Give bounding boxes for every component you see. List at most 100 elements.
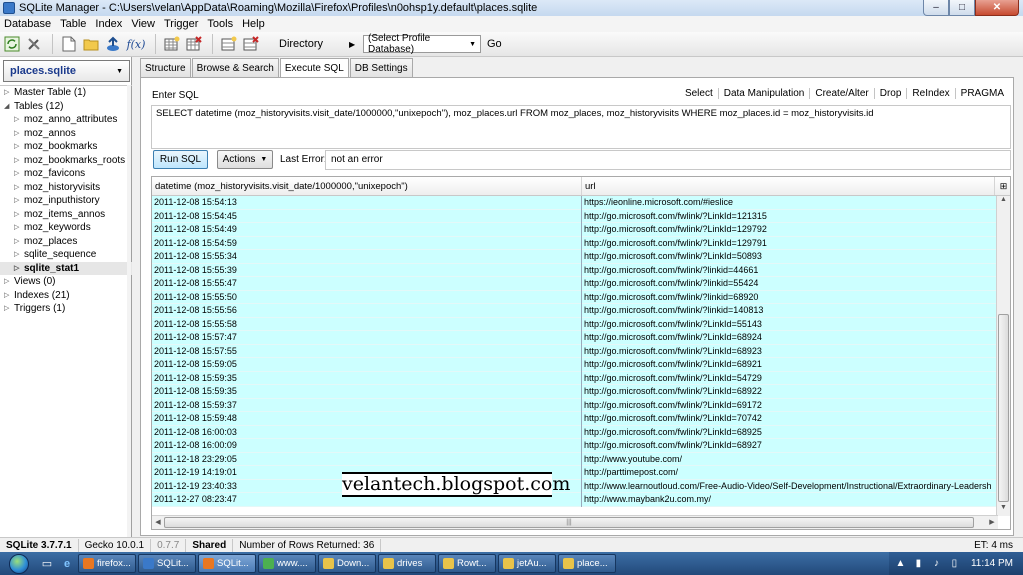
menu-table[interactable]: Table	[60, 18, 86, 30]
battery-icon[interactable]: ▯	[948, 557, 961, 570]
table-row[interactable]: 2011-12-08 15:55:39 http://go.microsoft.c…	[152, 263, 998, 278]
vertical-scroll-thumb[interactable]	[998, 314, 1009, 502]
cell-url[interactable]: https://ieonline.microsoft.com/#ieslice	[582, 196, 998, 210]
cell-datetime[interactable]: 2011-12-08 15:55:34	[152, 250, 582, 264]
collapsed-triangle-icon[interactable]: ▷	[14, 154, 22, 168]
table-row[interactable]: 2011-12-08 15:55:50 http://go.microsoft.c…	[152, 290, 998, 305]
reconnect-icon[interactable]	[2, 34, 22, 54]
cell-url[interactable]: http://go.microsoft.com/fwlink/?linkid=5…	[582, 277, 998, 291]
taskbar-button[interactable]: Rowt...	[438, 554, 496, 573]
table-row[interactable]: 2011-12-08 15:57:55 http://go.microsoft.c…	[152, 344, 998, 358]
cell-datetime[interactable]: 2011-12-08 15:55:39	[152, 263, 582, 277]
sidebar-scrollbar[interactable]	[127, 85, 131, 537]
cell-datetime[interactable]: 2011-12-08 15:55:58	[152, 317, 582, 331]
open-database-icon[interactable]	[81, 34, 101, 54]
scroll-left-icon[interactable]: ◀	[152, 516, 164, 529]
cell-datetime[interactable]: 2011-12-08 16:00:09	[152, 439, 582, 453]
collapsed-triangle-icon[interactable]: ▷	[14, 113, 22, 127]
sql-template-pragma[interactable]: PRAGMA	[954, 87, 1009, 99]
cell-datetime[interactable]: 2011-12-08 16:00:03	[152, 425, 582, 439]
cell-url[interactable]: http://go.microsoft.com/fwlink/?LinkId=6…	[582, 399, 998, 413]
cell-datetime[interactable]: 2011-12-08 15:59:35	[152, 385, 582, 399]
table-row[interactable]: 2011-12-08 15:59:48 http://go.microsoft.c…	[152, 412, 998, 426]
tree-table-item[interactable]: ▷ moz_bookmarks_roots	[0, 154, 132, 168]
table-row[interactable]: 2011-12-08 15:59:35 http://go.microsoft.c…	[152, 385, 998, 399]
cell-url[interactable]: http://go.microsoft.com/fwlink/?linkid=1…	[582, 304, 998, 318]
cell-url[interactable]: http://go.microsoft.com/fwlink/?linkid=4…	[582, 264, 998, 278]
horizontal-scroll-thumb[interactable]: |||	[164, 517, 974, 528]
vertical-scrollbar[interactable]: ▲ ▼	[996, 196, 1010, 516]
cell-datetime[interactable]: 2011-12-08 15:55:50	[152, 290, 582, 304]
cell-datetime[interactable]: 2011-12-08 15:54:49	[152, 223, 582, 237]
cell-url[interactable]: http://go.microsoft.com/fwlink/?LinkId=5…	[582, 318, 998, 332]
tab-structure[interactable]: Structure	[140, 58, 191, 77]
close-button[interactable]: ✕	[975, 0, 1019, 16]
taskbar-button[interactable]: firefox...	[78, 554, 136, 573]
cell-datetime[interactable]: 2011-12-08 15:54:59	[152, 236, 582, 250]
tree-table-item[interactable]: ▷ moz_keywords	[0, 221, 132, 235]
minimize-button[interactable]: –	[923, 0, 949, 16]
cell-datetime[interactable]: 2011-12-08 15:59:48	[152, 412, 582, 426]
taskbar-button[interactable]: SQLit...	[198, 554, 256, 573]
collapsed-triangle-icon[interactable]: ▷	[14, 221, 22, 235]
cell-url[interactable]: http://go.microsoft.com/fwlink/?LinkId=1…	[582, 210, 998, 224]
horizontal-scrollbar[interactable]: ◀ ||| ▶	[152, 515, 998, 529]
tools-icon[interactable]	[24, 34, 44, 54]
cell-url[interactable]: http://go.microsoft.com/fwlink/?LinkId=7…	[582, 412, 998, 426]
actions-button[interactable]: Actions ▼	[217, 150, 273, 169]
database-select[interactable]: places.sqlite ▼	[3, 60, 130, 82]
collapsed-triangle-icon[interactable]: ▷	[14, 127, 22, 141]
run-sql-button[interactable]: Run SQL	[153, 150, 208, 169]
column-header-url[interactable]: url	[582, 177, 995, 195]
drop-table-icon[interactable]	[184, 34, 204, 54]
collapsed-triangle-icon[interactable]: ▷	[14, 235, 22, 249]
cell-url[interactable]: http://go.microsoft.com/fwlink/?LinkId=5…	[582, 372, 998, 386]
menu-index[interactable]: Index	[95, 18, 122, 30]
collapsed-triangle-icon[interactable]: ▷	[14, 262, 22, 276]
tree-group[interactable]: ◢ Tables (12)	[0, 100, 132, 114]
taskbar-button[interactable]: jetAu...	[498, 554, 556, 573]
cell-url[interactable]: http://www.maybank2u.com.my/	[582, 493, 998, 507]
sql-template-create-alter[interactable]: Create/Alter	[809, 87, 873, 99]
tree-group[interactable]: ▷ Views (0)	[0, 275, 132, 289]
cell-datetime[interactable]: 2011-12-08 15:55:56	[152, 304, 582, 318]
show-desktop-icon[interactable]: ▭	[38, 555, 56, 573]
menu-tools[interactable]: Tools	[207, 18, 233, 30]
cell-url[interactable]: http://go.microsoft.com/fwlink/?LinkId=1…	[582, 223, 998, 237]
function-icon[interactable]: f(x)	[125, 34, 147, 54]
collapsed-triangle-icon[interactable]: ▷	[4, 86, 12, 100]
tree-table-item[interactable]: ▷ moz_historyvisits	[0, 181, 132, 195]
taskbar-button[interactable]: Down...	[318, 554, 376, 573]
tree-table-item[interactable]: ▷ moz_annos	[0, 127, 132, 141]
tree-table-item[interactable]: ▷ moz_favicons	[0, 167, 132, 181]
column-picker-icon[interactable]: ⊞	[995, 177, 1010, 195]
tree-group[interactable]: ▷ Triggers (1)	[0, 302, 132, 316]
table-row[interactable]: 2011-12-18 23:29:05 http://www.youtube.co…	[152, 452, 998, 466]
collapsed-triangle-icon[interactable]: ▷	[4, 289, 12, 303]
collapsed-triangle-icon[interactable]: ▷	[14, 140, 22, 154]
cell-url[interactable]: http://go.microsoft.com/fwlink/?linkid=6…	[582, 291, 998, 305]
tab-db-settings[interactable]: DB Settings	[349, 58, 413, 77]
cell-datetime[interactable]: 2011-12-08 15:59:37	[152, 398, 582, 412]
collapsed-triangle-icon[interactable]: ▷	[14, 248, 22, 262]
table-row[interactable]: 2011-12-08 15:55:58 http://go.microsoft.c…	[152, 317, 998, 332]
collapsed-triangle-icon[interactable]: ▷	[14, 167, 22, 181]
cell-datetime[interactable]: 2011-12-08 15:59:05	[152, 358, 582, 372]
scroll-down-icon[interactable]: ▼	[997, 504, 1010, 516]
cell-url[interactable]: http://www.learnoutloud.com/Free-Audio-V…	[582, 480, 998, 494]
menu-view[interactable]: View	[131, 18, 155, 30]
taskbar-button[interactable]: www....	[258, 554, 316, 573]
sql-template-data-manipulation[interactable]: Data Manipulation	[717, 87, 810, 99]
volume-icon[interactable]: ♪	[930, 557, 943, 570]
tree-table-item[interactable]: ▷ moz_inputhistory	[0, 194, 132, 208]
table-row[interactable]: 2011-12-19 14:19:01 http://parttimepost.c…	[152, 466, 998, 480]
cell-datetime[interactable]: 2011-12-08 15:57:55	[152, 344, 582, 358]
table-row[interactable]: 2011-12-08 15:54:59 http://go.microsoft.c…	[152, 236, 998, 251]
cell-url[interactable]: http://go.microsoft.com/fwlink/?LinkId=1…	[582, 237, 998, 251]
menu-trigger[interactable]: Trigger	[164, 18, 198, 30]
table-row[interactable]: 2011-12-08 15:54:49 http://go.microsoft.c…	[152, 223, 998, 237]
cell-url[interactable]: http://go.microsoft.com/fwlink/?LinkId=6…	[582, 331, 998, 345]
taskbar-button[interactable]: SQLit...	[138, 554, 196, 573]
start-button[interactable]	[0, 552, 38, 575]
cell-datetime[interactable]: 2011-12-18 23:29:05	[152, 452, 582, 466]
